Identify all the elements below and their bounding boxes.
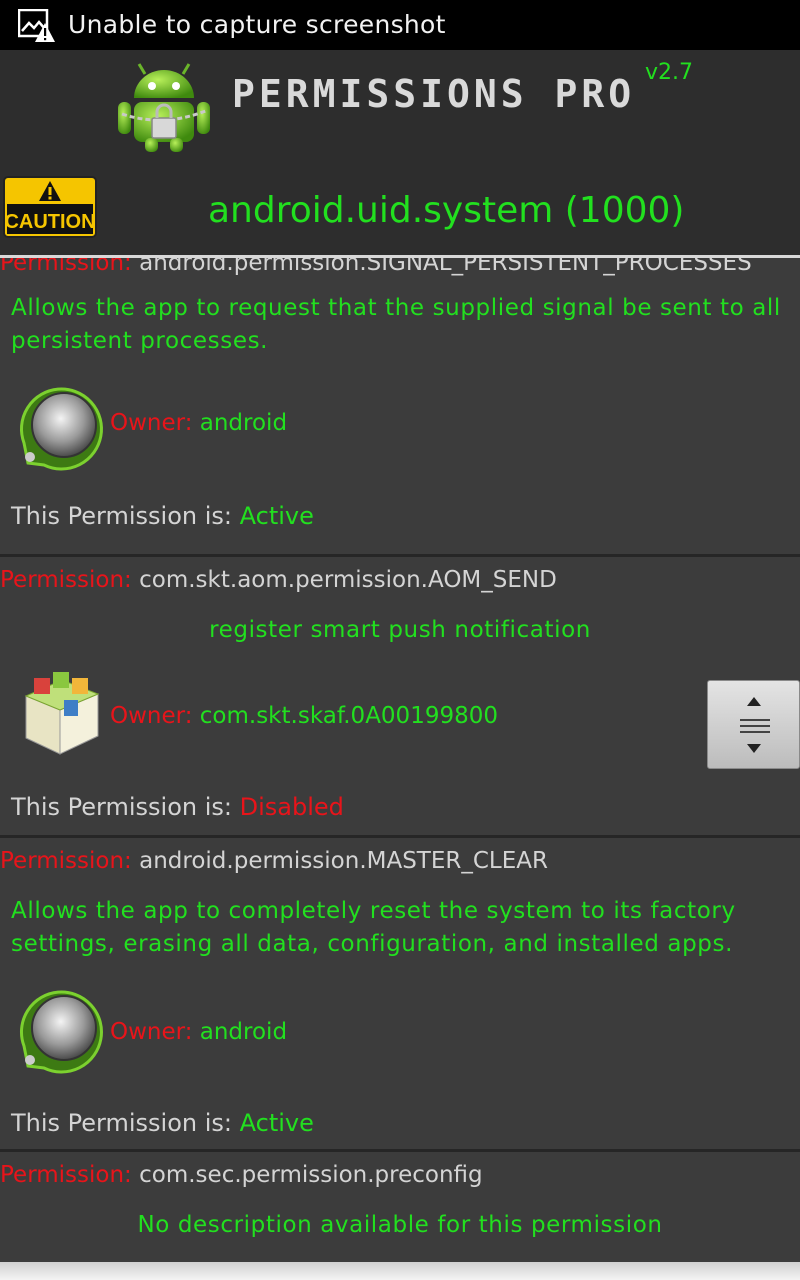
permission-item[interactable]: Permission: com.skt.aom.permission.AOM_S… bbox=[0, 557, 800, 838]
status-value: Active bbox=[239, 1109, 314, 1137]
permission-name: android.permission.MASTER_CLEAR bbox=[139, 848, 548, 874]
owner-label: Owner: bbox=[110, 410, 193, 436]
permission-list[interactable]: Permission: android.permission.SIGNAL_PE… bbox=[0, 255, 800, 1265]
owner-value: android bbox=[199, 1019, 288, 1045]
caution-sign-icon: CAUTION bbox=[3, 176, 97, 238]
status-bar-text: Unable to capture screenshot bbox=[68, 10, 446, 39]
status-label: This Permission is: bbox=[11, 502, 233, 530]
scroll-grip-icon bbox=[740, 697, 770, 753]
owner-row: Owner: android bbox=[110, 1019, 287, 1045]
owner-row: Owner: com.skt.skaf.0A00199800 bbox=[110, 703, 498, 729]
status-label: This Permission is: bbox=[11, 793, 233, 821]
permission-item[interactable]: Permission: android.permission.SIGNAL_PE… bbox=[0, 255, 800, 557]
permission-name-row: Permission: com.sec.permission.preconfig bbox=[0, 1162, 483, 1188]
status-label: This Permission is: bbox=[11, 1109, 233, 1137]
owner-row: Owner: android bbox=[110, 410, 287, 436]
android-system-icon bbox=[20, 990, 103, 1074]
permission-name-row: Permission: android.permission.MASTER_CL… bbox=[0, 848, 548, 874]
permission-description: Allows the app to request that the suppl… bbox=[11, 295, 781, 354]
android-lock-logo-icon bbox=[118, 63, 210, 152]
bottom-edge bbox=[0, 1262, 800, 1280]
permission-name: com.sec.permission.preconfig bbox=[139, 1162, 483, 1188]
permission-label: Permission: bbox=[0, 567, 132, 593]
screenshot-warning-icon bbox=[18, 9, 55, 42]
app-header: PERMISSIONS PRO v2.7 CAUTION android.uid… bbox=[0, 50, 800, 255]
owner-value: com.skt.skaf.0A00199800 bbox=[199, 703, 498, 729]
permission-label: Permission: bbox=[0, 255, 132, 276]
status-value: Active bbox=[239, 502, 314, 530]
fast-scroll-handle[interactable] bbox=[707, 680, 800, 769]
owner-value: android bbox=[199, 410, 288, 436]
permission-description: Allows the app to completely reset the s… bbox=[11, 898, 736, 957]
permission-item[interactable]: Permission: com.sec.permission.preconfig… bbox=[0, 1152, 800, 1265]
status-row: This Permission is: Disabled bbox=[11, 793, 344, 821]
app-box-icon bbox=[24, 672, 100, 755]
caution-label: CAUTION bbox=[4, 211, 95, 233]
permission-description: No description available for this permis… bbox=[137, 1212, 663, 1238]
permission-name-row: Permission: android.permission.SIGNAL_PE… bbox=[0, 255, 752, 276]
status-row: This Permission is: Active bbox=[11, 1109, 314, 1137]
permission-name: android.permission.SIGNAL_PERSISTENT_PRO… bbox=[139, 255, 752, 276]
owner-label: Owner: bbox=[110, 1019, 193, 1045]
status-value: Disabled bbox=[239, 793, 344, 821]
app-title: PERMISSIONS PRO bbox=[232, 72, 636, 116]
permission-item[interactable]: Permission: android.permission.MASTER_CL… bbox=[0, 838, 800, 1152]
android-system-icon bbox=[20, 387, 103, 471]
permission-name-row: Permission: com.skt.aom.permission.AOM_S… bbox=[0, 567, 557, 593]
status-bar: Unable to capture screenshot bbox=[0, 0, 800, 50]
permission-name: com.skt.aom.permission.AOM_SEND bbox=[139, 567, 557, 593]
owner-label: Owner: bbox=[110, 703, 193, 729]
uid-title: android.uid.system (1000) bbox=[208, 190, 685, 231]
status-row: This Permission is: Active bbox=[11, 502, 314, 530]
permission-description: register smart push notification bbox=[209, 617, 591, 643]
permission-label: Permission: bbox=[0, 848, 132, 874]
app-version: v2.7 bbox=[645, 60, 694, 85]
permission-label: Permission: bbox=[0, 1162, 132, 1188]
